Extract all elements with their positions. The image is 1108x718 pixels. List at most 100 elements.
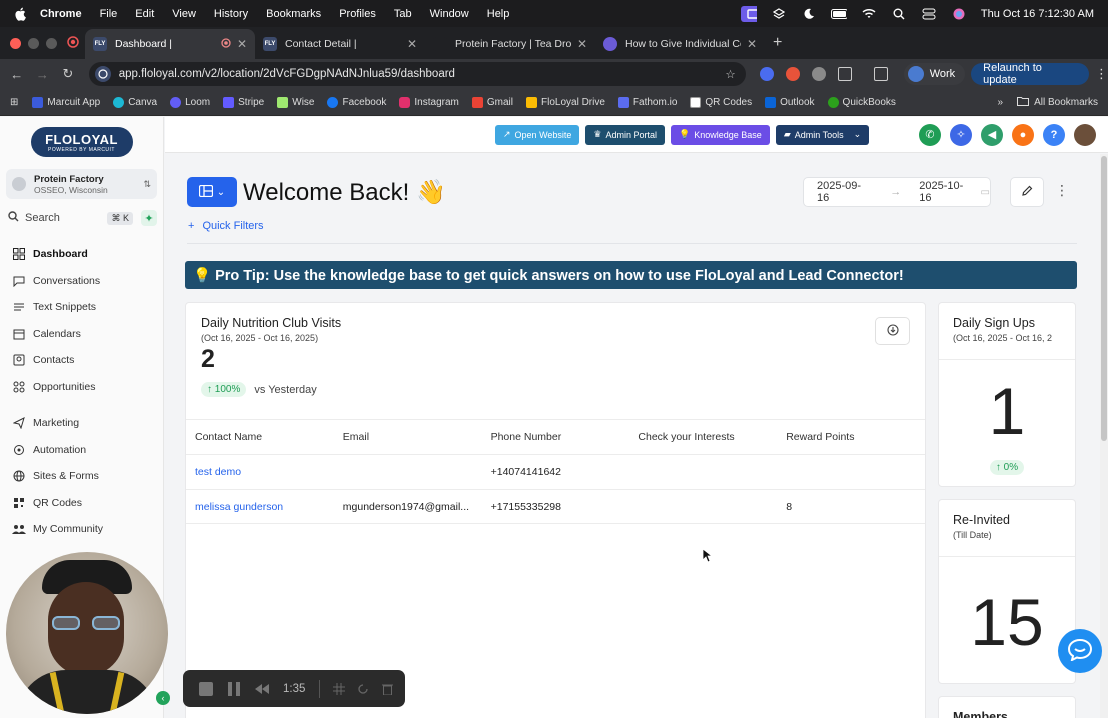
knowledge-base-button[interactable]: 💡 Knowledge Base: [671, 124, 770, 145]
bookmark-star-icon[interactable]: ☆: [725, 67, 735, 81]
bookmark-loom[interactable]: Loom: [170, 96, 210, 108]
page-scrollbar[interactable]: [1100, 154, 1108, 718]
location-switcher[interactable]: Protein Factory OSSEO, Wisconsin ⇅: [6, 169, 157, 199]
apple-icon[interactable]: [14, 7, 28, 21]
sidebar-item-qr-codes[interactable]: QR Codes: [0, 490, 163, 517]
puzzle-icon[interactable]: [837, 67, 852, 81]
menu-bookmarks[interactable]: Bookmarks: [266, 8, 321, 20]
forward-arrow-icon[interactable]: →: [30, 67, 56, 82]
sidebar-item-automation[interactable]: Automation: [0, 437, 163, 464]
close-tab-icon[interactable]: ✕: [407, 37, 417, 51]
wifi-icon[interactable]: [861, 7, 877, 21]
sidebar-item-conversations[interactable]: Conversations: [0, 268, 163, 295]
back-arrow-icon[interactable]: ←: [4, 67, 30, 82]
column-header[interactable]: Check your Interests: [629, 431, 777, 443]
download-button[interactable]: [875, 317, 910, 345]
menu-window[interactable]: Window: [430, 8, 469, 20]
collapse-sidebar-icon[interactable]: ‹: [156, 691, 170, 705]
extension-icon[interactable]: [811, 67, 826, 81]
minimize-window-icon[interactable]: [28, 37, 39, 49]
screen-record-icon[interactable]: [740, 5, 757, 22]
edit-dashboard-button[interactable]: [1010, 177, 1044, 207]
bookmark-marcuit-app[interactable]: Marcuit App: [32, 96, 100, 108]
bookmark-qr-codes[interactable]: QR Codes: [690, 96, 752, 108]
moon-icon[interactable]: [801, 7, 817, 21]
siri-icon[interactable]: [951, 7, 967, 21]
extension-icon[interactable]: [759, 67, 774, 81]
close-tab-icon[interactable]: ✕: [747, 37, 757, 51]
help-icon[interactable]: ?: [1043, 123, 1065, 146]
reload-icon[interactable]: ↻: [55, 66, 81, 82]
sidebar-item-marketing[interactable]: Marketing: [0, 410, 163, 437]
chrome-menu-icon[interactable]: ⋮: [1095, 66, 1108, 82]
all-bookmarks-button[interactable]: All Bookmarks: [1017, 96, 1098, 109]
contact-name-link[interactable]: melissa gunderson: [186, 501, 334, 513]
chat-widget-button[interactable]: [1058, 629, 1102, 673]
grid-icon[interactable]: [332, 682, 346, 696]
menu-tab[interactable]: Tab: [394, 8, 412, 20]
bookmark-stripe[interactable]: Stripe: [223, 96, 264, 108]
sidebar-search[interactable]: Search ⌘ K ✦: [8, 209, 157, 227]
bookmark-quickbooks[interactable]: QuickBooks: [827, 96, 896, 108]
restart-icon[interactable]: [356, 682, 370, 696]
sidebar-item-opportunities[interactable]: Opportunities: [0, 374, 163, 401]
sidebar-item-my-community[interactable]: My Community: [0, 516, 163, 543]
quick-filters-button[interactable]: + Quick Filters: [188, 220, 264, 232]
more-options-icon[interactable]: ⋮: [1055, 182, 1069, 199]
rewind-icon[interactable]: [255, 682, 269, 696]
more-bookmarks-icon[interactable]: »: [998, 97, 1004, 108]
sidebar-item-contacts[interactable]: Contacts: [0, 347, 163, 374]
bookmark-canva[interactable]: Canva: [113, 96, 157, 108]
admin-portal-button[interactable]: ♛ Admin Portal: [585, 124, 666, 145]
tab-contact-detail[interactable]: FLY Contact Detail | ✕: [255, 29, 425, 59]
bookmark-gmail[interactable]: Gmail: [471, 96, 513, 108]
tab-coupon-guide[interactable]: How to Give Individual Coupo ✕: [595, 29, 765, 59]
extension-icon[interactable]: [785, 67, 800, 81]
menu-help[interactable]: Help: [487, 8, 510, 20]
admin-tools-button[interactable]: ▰ Admin Tools ⌄: [775, 124, 870, 145]
trash-icon[interactable]: [380, 682, 394, 696]
control-center-icon[interactable]: [921, 7, 937, 21]
megaphone-icon[interactable]: ◀: [981, 123, 1003, 146]
contact-name-link[interactable]: test demo: [186, 466, 334, 478]
ai-sparkle-icon[interactable]: ✦: [141, 210, 157, 226]
bookmark-fathom[interactable]: Fathom.io: [617, 96, 677, 108]
sidebar-item-calendars[interactable]: Calendars: [0, 321, 163, 348]
bookmark-wise[interactable]: Wise: [277, 96, 314, 108]
layers-icon[interactable]: [771, 7, 787, 21]
site-info-icon[interactable]: [94, 66, 111, 82]
spotlight-icon[interactable]: [891, 7, 907, 21]
close-window-icon[interactable]: [10, 37, 21, 49]
bookmark-instagram[interactable]: Instagram: [399, 96, 459, 108]
battery-icon[interactable]: [830, 7, 847, 21]
date-range-picker[interactable]: 2025-09-16 → 2025-10-16 ▭: [803, 177, 991, 207]
tab-dashboard[interactable]: FLY Dashboard | ✕: [85, 29, 255, 59]
stop-icon[interactable]: [199, 681, 213, 696]
apps-grid-icon[interactable]: ⊞: [10, 97, 18, 108]
sidepanel-icon[interactable]: [873, 67, 888, 81]
bell-icon[interactable]: ●: [1012, 123, 1034, 146]
profile-button[interactable]: Work: [903, 63, 966, 85]
magic-icon[interactable]: ✧: [950, 123, 972, 146]
pause-icon[interactable]: [227, 681, 241, 696]
relaunch-button[interactable]: Relaunch to update: [971, 62, 1089, 86]
menu-view[interactable]: View: [172, 8, 196, 20]
close-tab-icon[interactable]: ✕: [577, 37, 587, 51]
avatar[interactable]: [1074, 123, 1096, 146]
menu-chrome[interactable]: Chrome: [40, 8, 82, 20]
bookmark-facebook[interactable]: Facebook: [327, 96, 386, 108]
menu-history[interactable]: History: [214, 8, 248, 20]
tab-protein-factory[interactable]: Protein Factory | Tea Drop!! ✕: [425, 29, 595, 59]
layout-switcher-button[interactable]: ⌄: [187, 177, 237, 207]
sidebar-item-dashboard[interactable]: Dashboard: [0, 241, 163, 268]
column-header[interactable]: Email: [334, 431, 482, 443]
column-header[interactable]: Phone Number: [482, 431, 630, 443]
new-tab-icon[interactable]: +: [773, 34, 782, 52]
menu-edit[interactable]: Edit: [135, 8, 154, 20]
address-bar[interactable]: app.floloyal.com/v2/location/2dVcFGDgpNA…: [88, 62, 746, 86]
phone-icon[interactable]: ✆: [919, 123, 941, 146]
column-header[interactable]: Reward Points: [777, 431, 925, 443]
sidebar-item-sites-forms[interactable]: Sites & Forms: [0, 463, 163, 490]
open-website-button[interactable]: ↗ Open Website: [495, 124, 580, 145]
close-tab-icon[interactable]: ✕: [237, 37, 247, 51]
